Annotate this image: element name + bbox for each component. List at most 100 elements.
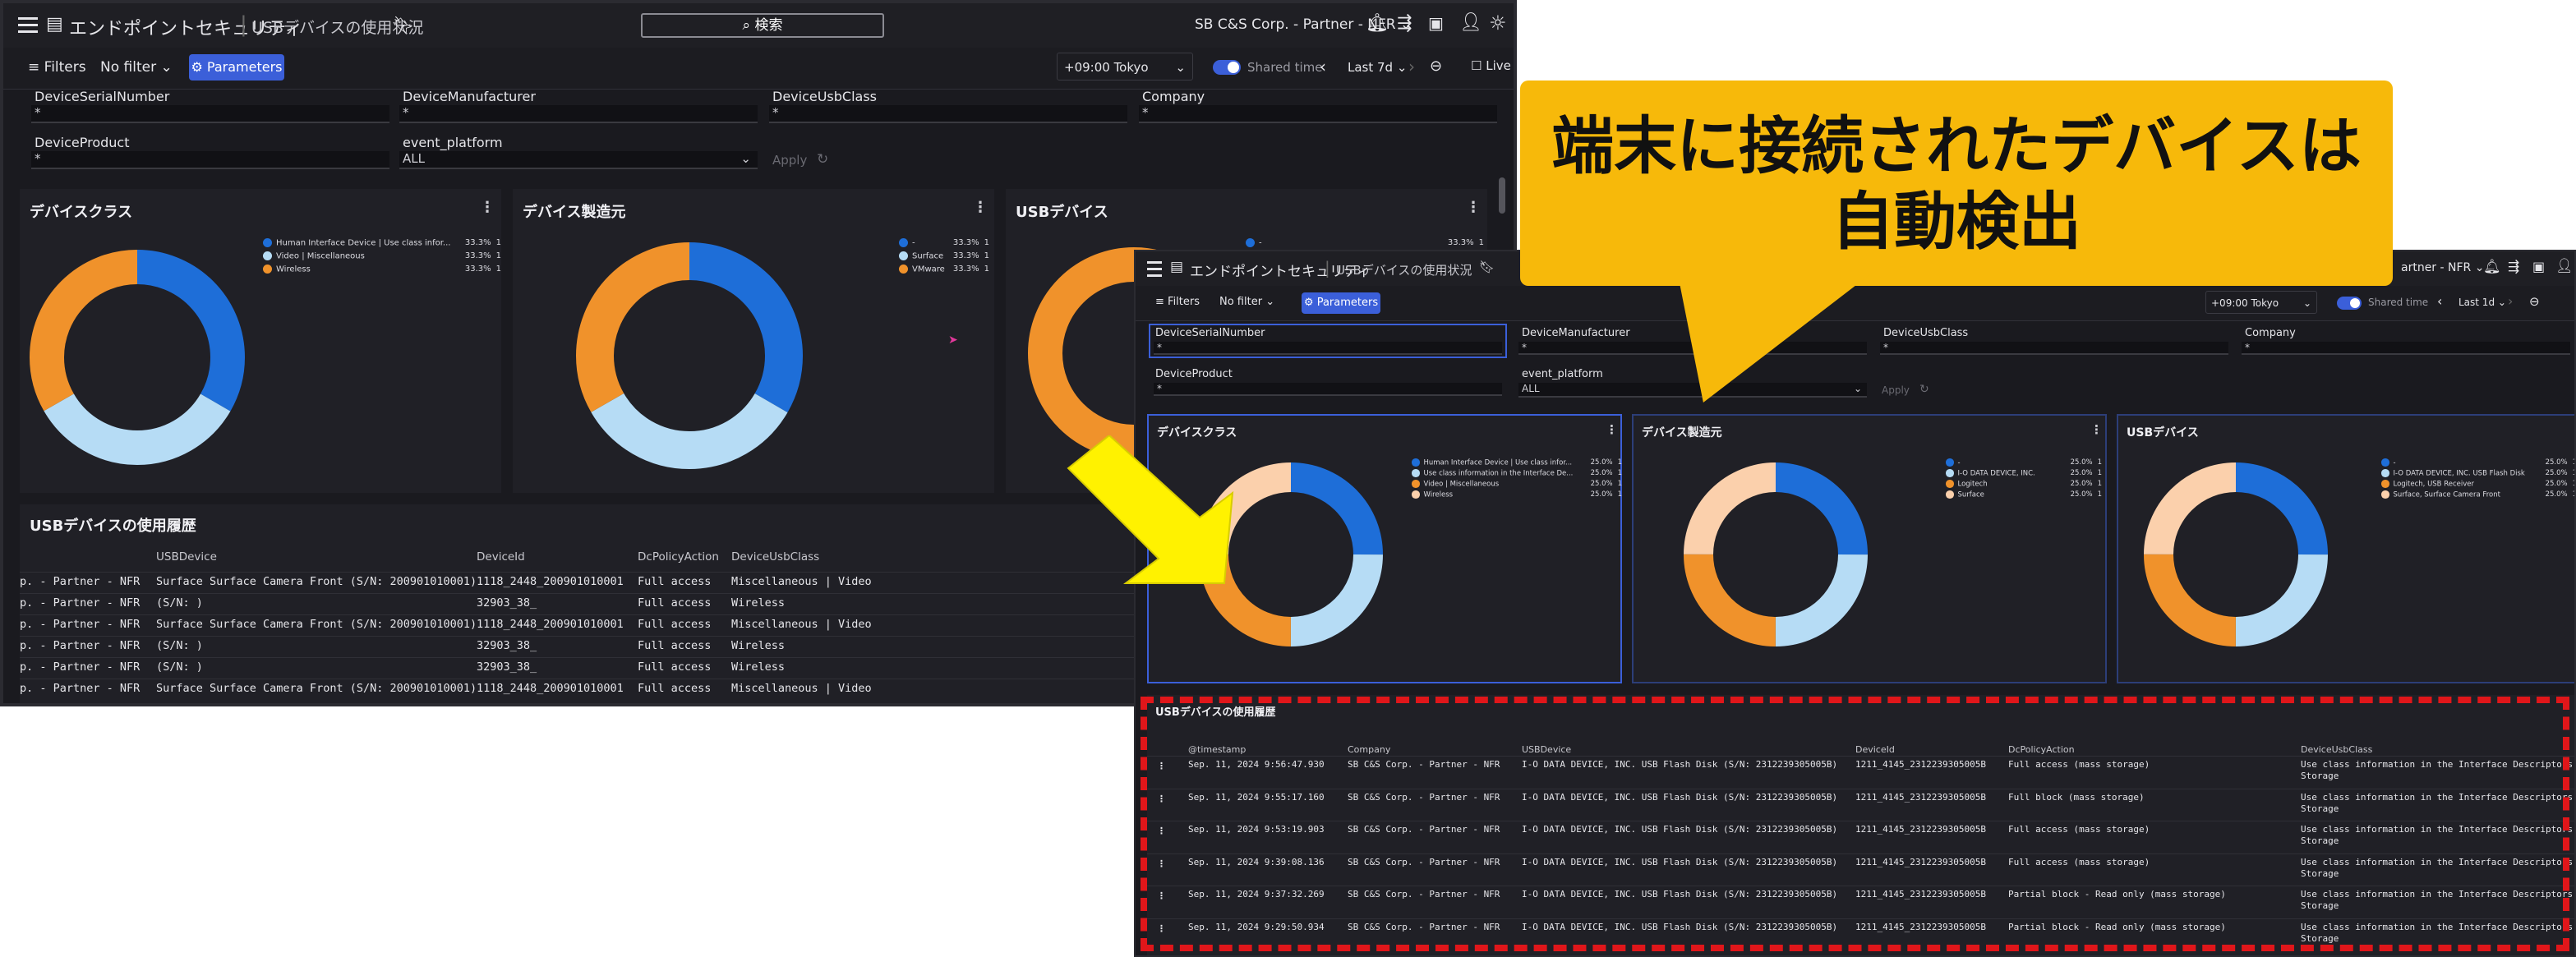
usbclass-input[interactable]: * [769,105,1127,123]
filter-bar: ≡ Filters No filter ⌄ ⚙ Parameters +09:0… [3,48,1514,90]
legend-item[interactable]: Video | Miscellaneous 33.3% 1 [263,251,501,261]
live-checkbox[interactable]: ☐ Live [1471,58,1511,73]
platform-label: event_platform [1522,368,1603,380]
reset-icon[interactable]: ↻ [1919,383,1929,396]
legend-label: I-O DATA DEVICE, INC. USB Flash Disk [2393,469,2525,478]
apply-button[interactable]: Apply [772,153,807,168]
serial-input[interactable]: * [31,105,389,123]
legend-item[interactable]: Logitech 25.0% 1 [1946,480,2102,488]
time-range-select[interactable]: Last 7d ⌄ [1348,60,1407,75]
parameters-button[interactable]: ⚙ Parameters [189,54,284,81]
legend-item[interactable]: Use class information in the Interface D… [1412,469,1622,477]
workflow-icon[interactable]: ⇶ [1397,13,1412,34]
panel-title: USBデバイス [1016,204,1108,221]
callout-line-2: 自動検出 [1832,185,2081,258]
search-box[interactable]: ⌕ 検索 [641,13,884,38]
serial-input[interactable]: * [1154,342,1502,355]
console-icon[interactable]: ▣ [2532,259,2545,274]
legend-item[interactable]: Wireless 33.3% 1 [263,265,501,274]
menu-icon[interactable] [18,13,38,37]
filter-icon: ≡ [28,59,44,76]
scrollbar-thumb[interactable] [1499,177,1505,214]
time-prev-icon[interactable]: ‹ [1320,57,1326,76]
user-icon[interactable]: 👤︎ [1459,12,1482,33]
product-input[interactable]: * [1154,383,1502,396]
legend-item[interactable]: Video | Miscellaneous 25.0% 1 [1412,480,1622,488]
legend-item[interactable]: Surface, Surface Camera Front 25.0% 1 [2381,490,2574,499]
kebab-menu-icon[interactable]: ⋮ [1466,199,1481,216]
legend-item[interactable]: I-O DATA DEVICE, INC. 25.0% 1 [1946,469,2102,477]
legend-item[interactable]: I-O DATA DEVICE, INC. USB Flash Disk 25.0… [2381,469,2574,478]
apply-button[interactable]: Apply [1882,384,1910,396]
legend-label: Surface [1957,490,1984,499]
parameters-button[interactable]: ⚙ Parameters [1302,292,1380,314]
zoom-out-icon[interactable]: ⊖ [1430,58,1442,75]
legend-item[interactable]: Human Interface Device | Use class infor… [1412,458,1622,467]
legend-percent: 33.3% [952,238,979,247]
menu-icon[interactable] [1147,257,1162,281]
legend-item[interactable]: Wireless 25.0% 1 [1412,490,1622,499]
legend-label: Wireless [1423,490,1454,499]
legend-value: 25.0% 1 [2071,480,2102,488]
company-input[interactable]: * [1139,105,1497,123]
kebab-menu-icon[interactable]: ⋮ [2090,422,2103,437]
legend-percent: 25.0% [2545,480,2568,488]
serial-label: DeviceSerialNumber [35,89,170,104]
legend-dot-icon [2381,469,2389,477]
reset-icon[interactable]: ↻ [817,151,828,168]
bookmark-icon[interactable]: 🔖︎ [393,15,413,35]
legend-item[interactable]: VMware 33.3% 1 [899,265,989,274]
legend-item[interactable]: - 33.3% 1 [899,238,989,248]
workflow-icon[interactable]: ⇶ [2508,259,2519,275]
time-range-select[interactable]: Last 1d ⌄ [2458,297,2506,308]
manufacturer-input[interactable]: * [399,105,758,123]
kebab-menu-icon[interactable]: ⋮ [1606,422,1618,437]
legend-label: I-O DATA DEVICE, INC. [1957,469,2035,478]
live-label: Live [1486,58,1511,73]
timezone-select[interactable]: +09:00 Tokyo ⌄ [2205,291,2317,314]
product-label: DeviceProduct [1155,368,1233,380]
filters-button[interactable]: ≡ Filters [28,59,86,76]
legend-item[interactable]: Surface 25.0% 1 [1946,490,2102,499]
kebab-menu-icon[interactable]: ⋮ [480,199,495,216]
legend-item[interactable]: Logitech, USB Receiver 25.0% 1 [2381,480,2574,488]
bookmark-icon[interactable]: 🔖︎ [1479,260,1495,274]
timezone-select[interactable]: +09:00 Tokyo ⌄ [1057,53,1193,81]
product-input[interactable]: * [31,151,389,169]
column-header[interactable]: USBDevice [156,550,217,564]
no-filter-dropdown[interactable]: No filter ⌄ [100,59,173,76]
time-next-icon[interactable]: › [1408,57,1415,76]
kebab-menu-icon[interactable]: ⋮ [973,199,988,216]
legend-label: Surface, Surface Camera Front [2393,490,2500,499]
company-input[interactable]: * [2242,342,2570,355]
no-filter-dropdown[interactable]: No filter ⌄ [1219,296,1274,308]
panel-title: USBデバイス [2127,426,2199,439]
legend-item[interactable]: - 25.0% 1 [2381,458,2574,467]
legend-item[interactable]: - 25.0% 1 [1946,458,2102,467]
legend-count: 1 [1617,469,1622,477]
shared-time-toggle[interactable] [1213,60,1241,75]
legend-value: 33.3% 1 [465,251,501,260]
search-label: 検索 [754,17,783,34]
usbclass-input[interactable]: * [1880,342,2228,355]
tenant-selector[interactable]: artner - NFR ⌄ [2401,261,2484,274]
legend-item[interactable]: Surface 33.3% 1 [899,251,989,261]
notification-bell-icon[interactable]: 🔔︎ [2483,259,2501,275]
legend-count: 1 [984,238,989,247]
user-icon[interactable]: 👤︎ [2555,258,2574,274]
time-next-icon[interactable]: › [2508,293,2513,309]
console-icon[interactable]: ▣ [1428,13,1444,33]
time-prev-icon[interactable]: ‹ [2437,293,2442,309]
zoom-out-icon[interactable]: ⊖ [2529,294,2540,309]
shared-time-toggle[interactable] [2337,297,2362,310]
legend-item[interactable]: - 33.3% 1 [1246,238,1484,248]
column-header[interactable]: DeviceId [477,550,525,564]
filters-button[interactable]: ≡ Filters [1155,296,1200,308]
column-header[interactable]: DcPolicyAction [638,550,719,564]
column-header[interactable]: DeviceUsbClass [731,550,819,564]
notification-bell-icon[interactable]: 🔔︎ [1366,13,1389,34]
gear-icon: ⚙ [191,59,207,75]
theme-sun-icon[interactable]: ☼ [1489,12,1507,35]
legend-item[interactable]: Human Interface Device | Use class infor… [263,238,501,248]
platform-select[interactable]: ALL ⌄ [399,151,758,169]
